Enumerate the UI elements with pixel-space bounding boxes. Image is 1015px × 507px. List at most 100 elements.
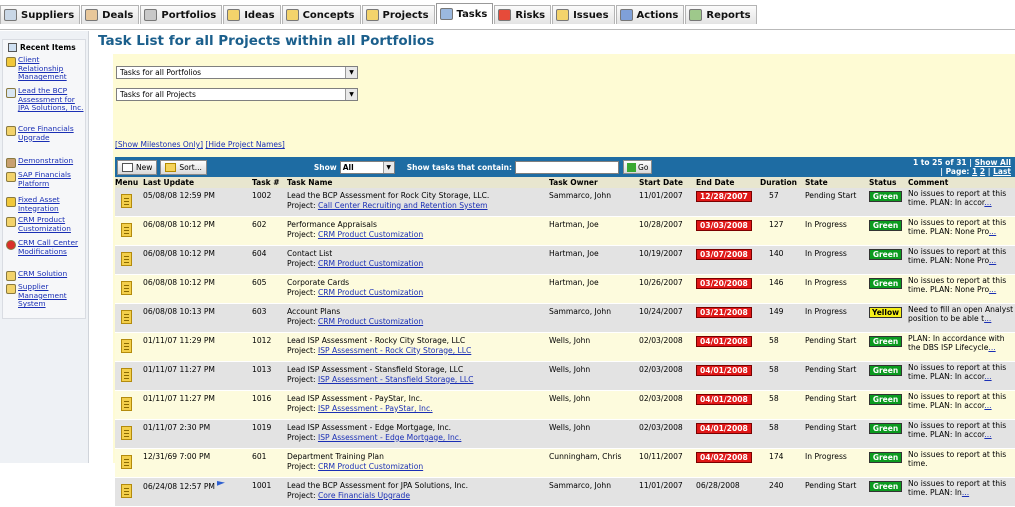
sidebar-item-recent[interactable]: Lead the BCP Assessment for JPA Solution… — [6, 86, 86, 113]
tab-reports[interactable]: Reports — [685, 5, 757, 24]
task-name[interactable]: Performance Appraisals — [287, 220, 549, 230]
task-name[interactable]: Corporate Cards — [287, 278, 549, 288]
project-link[interactable]: Core Financials Upgrade — [318, 491, 410, 500]
sidebar-item-recent[interactable]: CRM Product Customization — [6, 215, 86, 233]
row-menu-icon[interactable] — [121, 223, 132, 237]
tab-risks[interactable]: Risks — [494, 5, 552, 24]
page-1-link[interactable]: 1 — [972, 167, 977, 176]
show-all-link[interactable]: Show All — [975, 158, 1011, 167]
comment-more-link[interactable]: ... — [984, 401, 991, 410]
portfolio-select[interactable]: Tasks for all Portfolios ▼ — [116, 66, 358, 79]
task-name[interactable]: Lead ISP Assessment - Rocky City Storage… — [287, 336, 549, 346]
column-header[interactable]: Task Owner — [549, 177, 639, 188]
project-link[interactable]: CRM Product Customization — [318, 259, 423, 268]
sidebar-item-label[interactable]: CRM Solution — [18, 269, 67, 279]
tab-ideas[interactable]: Ideas — [223, 5, 281, 24]
sidebar-item-recent[interactable]: Supplier Management System — [6, 282, 86, 309]
tab-deals[interactable]: Deals — [81, 5, 140, 24]
sidebar-item-label[interactable]: Lead the BCP Assessment for JPA Solution… — [18, 86, 86, 113]
sort-button[interactable]: Sort... — [160, 159, 207, 175]
new-button[interactable]: New — [117, 159, 158, 175]
column-header[interactable]: Task # — [252, 177, 287, 188]
chevron-down-icon[interactable]: ▼ — [345, 67, 357, 78]
sidebar-item-label[interactable]: Client Relationship Management — [18, 55, 86, 82]
sidebar-item-label[interactable]: Core Financials Upgrade — [18, 124, 86, 142]
sidebar-item-recent[interactable]: Fixed Asset Integration — [6, 195, 86, 213]
project-link[interactable]: CRM Product Customization — [318, 317, 423, 326]
project-link[interactable]: CRM Product Customization — [318, 230, 423, 239]
task-name[interactable]: Lead ISP Assessment - Edge Mortgage, Inc… — [287, 423, 549, 433]
chevron-down-icon[interactable]: ▼ — [345, 89, 357, 100]
sidebar-item-label[interactable]: Demonstration — [18, 156, 73, 166]
sidebar-item-recent[interactable]: Demonstration — [6, 156, 86, 168]
task-search-input[interactable] — [515, 160, 620, 174]
column-header[interactable]: Status — [869, 177, 908, 188]
column-header[interactable]: Comment — [908, 177, 1015, 188]
row-menu-icon[interactable] — [121, 252, 132, 266]
project-link[interactable]: ISP Assessment - Edge Mortgage, Inc. — [318, 433, 461, 442]
sidebar-item-label[interactable]: Fixed Asset Integration — [18, 195, 86, 213]
project-select[interactable]: Tasks for all Projects ▼ — [116, 88, 358, 101]
tab-actions[interactable]: Actions — [615, 5, 685, 24]
sidebar-item-label[interactable]: SAP Financials Platform — [18, 170, 86, 188]
chevron-down-icon[interactable]: ▼ — [382, 161, 394, 173]
go-button[interactable]: Go — [623, 160, 653, 174]
comment-more-link[interactable]: ... — [984, 430, 991, 439]
task-name[interactable]: Department Training Plan — [287, 452, 549, 462]
sidebar-item-recent[interactable]: CRM Call Center Modifications — [6, 238, 86, 256]
show-filter-select[interactable]: All ▼ — [339, 160, 395, 174]
show-milestones-link[interactable]: [Show Milestones Only] — [115, 140, 203, 149]
task-name[interactable]: Contact List — [287, 249, 549, 259]
row-menu-icon[interactable] — [121, 455, 132, 469]
comment-more-link[interactable]: ... — [988, 343, 995, 352]
row-menu-icon[interactable] — [121, 310, 132, 324]
project-link[interactable]: CRM Product Customization — [318, 288, 423, 297]
sidebar-item-label[interactable]: CRM Product Customization — [18, 215, 86, 233]
row-menu-icon[interactable] — [121, 484, 132, 498]
column-header[interactable]: Menu — [115, 177, 143, 188]
tab-issues[interactable]: Issues — [552, 5, 615, 24]
row-menu-icon[interactable] — [121, 368, 132, 382]
task-name[interactable]: Lead the BCP Assessment for JPA Solution… — [287, 481, 549, 491]
tab-projects[interactable]: Projects — [361, 5, 435, 24]
row-menu-icon[interactable] — [121, 397, 132, 411]
column-header[interactable]: Start Date — [639, 177, 696, 188]
sidebar-item-recent[interactable]: SAP Financials Platform — [6, 170, 86, 188]
project-link[interactable]: ISP Assessment - Stansfield Storage, LLC — [318, 375, 474, 384]
sidebar-item-label[interactable]: Supplier Management System — [18, 282, 86, 309]
comment-more-link[interactable]: ... — [984, 314, 991, 323]
comment-more-link[interactable]: ... — [984, 372, 991, 381]
project-link[interactable]: ISP Assessment - Rock City Storage, LLC — [318, 346, 471, 355]
comment-more-link[interactable]: ... — [989, 285, 996, 294]
row-menu-icon[interactable] — [121, 426, 132, 440]
task-name[interactable]: Lead ISP Assessment - Stansfield Storage… — [287, 365, 549, 375]
column-header[interactable]: End Date — [696, 177, 760, 188]
row-menu-icon[interactable] — [121, 281, 132, 295]
tab-suppliers[interactable]: Suppliers — [0, 5, 81, 24]
project-link[interactable]: ISP Assessment - PayStar, Inc. — [318, 404, 433, 413]
sidebar-item-recent[interactable]: CRM Solution — [6, 269, 86, 281]
comment-more-link[interactable]: ... — [989, 256, 996, 265]
tab-portfolios[interactable]: Portfolios — [140, 5, 223, 24]
page-2-link[interactable]: 2 — [980, 167, 985, 176]
last-page-link[interactable]: Last — [993, 167, 1011, 176]
project-link[interactable]: Call Center Recruiting and Retention Sys… — [318, 201, 488, 210]
tab-concepts[interactable]: Concepts — [281, 5, 361, 24]
comment-more-link[interactable]: ... — [962, 488, 969, 497]
tab-tasks[interactable]: Tasks — [435, 3, 494, 24]
comment-more-link[interactable]: ... — [989, 227, 996, 236]
row-menu-icon[interactable] — [121, 194, 132, 208]
task-name[interactable]: Account Plans — [287, 307, 549, 317]
comment-more-link[interactable]: ... — [984, 198, 991, 207]
task-name[interactable]: Lead ISP Assessment - PayStar, Inc. — [287, 394, 549, 404]
sidebar-item-recent[interactable]: Client Relationship Management — [6, 55, 86, 82]
column-header[interactable]: State — [805, 177, 869, 188]
column-header[interactable]: Last Update — [143, 177, 252, 188]
column-header[interactable]: Duration — [760, 177, 805, 188]
sidebar-item-label[interactable]: CRM Call Center Modifications — [18, 238, 86, 256]
sidebar-item-recent[interactable]: Core Financials Upgrade — [6, 124, 86, 142]
row-menu-icon[interactable] — [121, 339, 132, 353]
column-header[interactable]: Task Name — [287, 177, 549, 188]
task-name[interactable]: Lead the BCP Assessment for Rock City St… — [287, 191, 549, 201]
hide-project-names-link[interactable]: [Hide Project Names] — [205, 140, 284, 149]
